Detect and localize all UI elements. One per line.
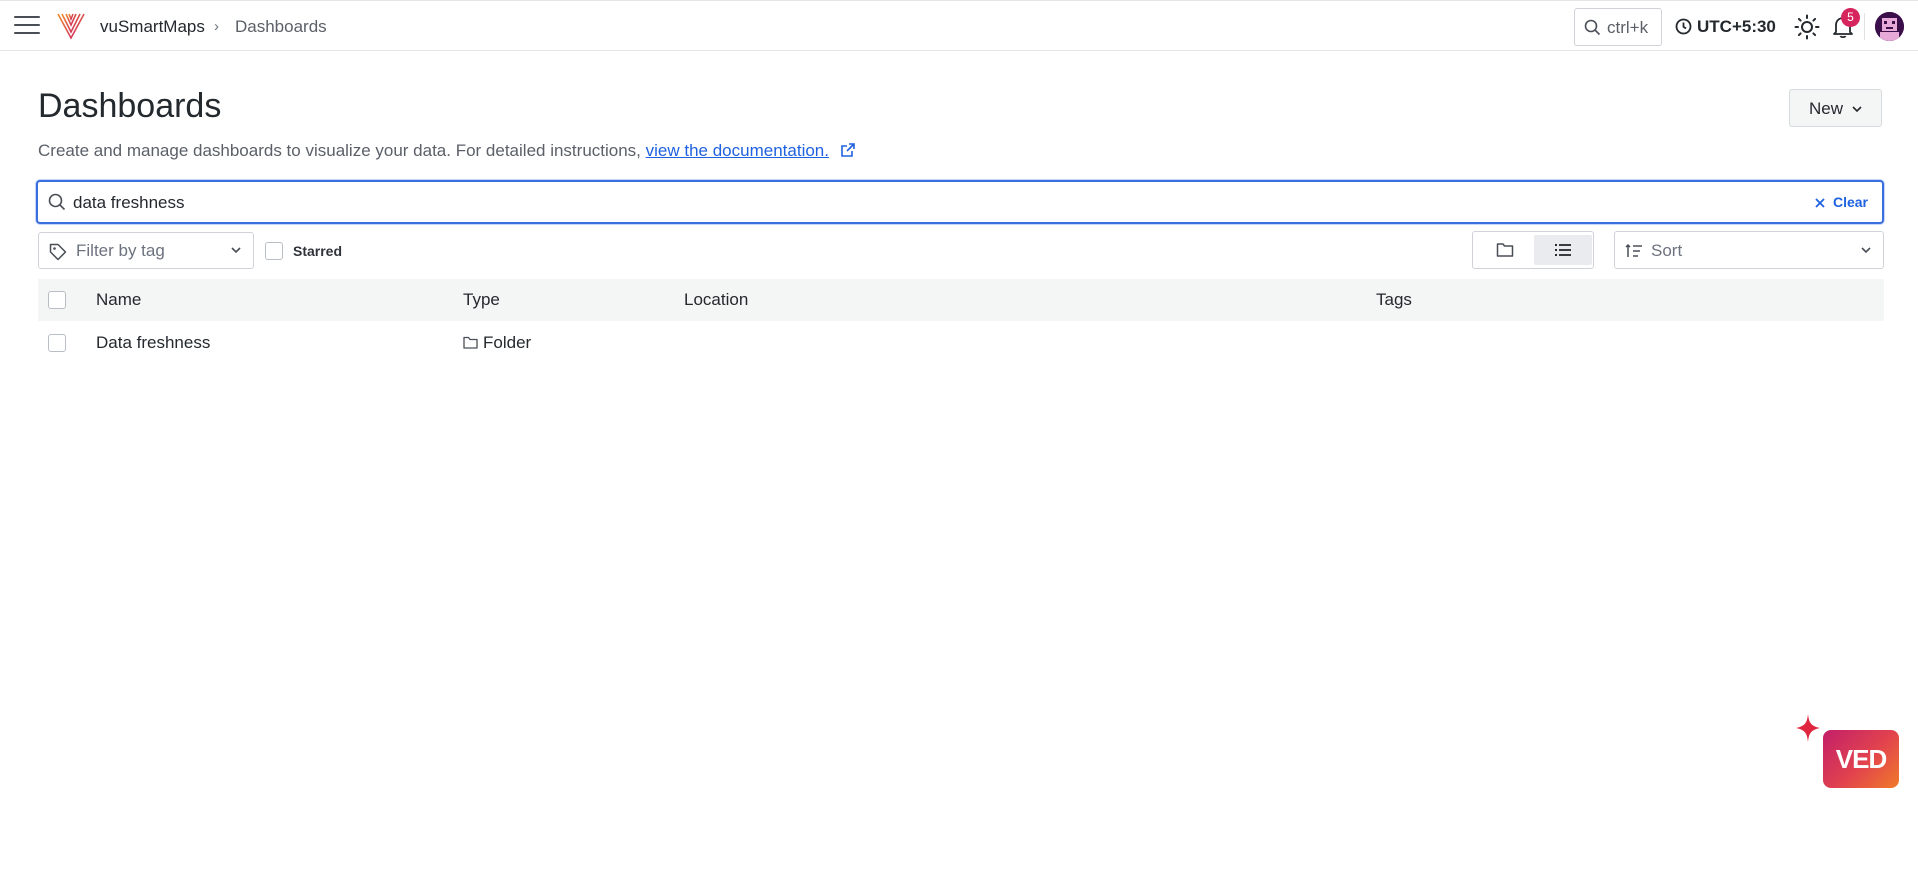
logo-icon[interactable]	[56, 11, 86, 41]
list-icon	[1555, 244, 1571, 256]
row-checkbox[interactable]	[48, 334, 66, 352]
column-header-type: Type	[463, 290, 500, 309]
chevron-down-icon	[1861, 247, 1871, 254]
description-text: Create and manage dashboards to visualiz…	[38, 141, 641, 160]
clear-label: Clear	[1832, 194, 1868, 210]
select-all-checkbox[interactable]	[48, 291, 66, 309]
global-search-button[interactable]: ctrl+k	[1574, 8, 1662, 46]
search-shortcut-label: ctrl+k	[1607, 18, 1649, 37]
clear-search-button[interactable]: Clear	[1815, 194, 1868, 210]
breadcrumb-home[interactable]: vuSmartMaps	[100, 17, 205, 37]
tag-filter-placeholder: Filter by tag	[76, 241, 165, 260]
page-title: Dashboards	[38, 87, 222, 125]
user-avatar-icon	[1875, 12, 1904, 41]
notification-count-badge: 5	[1841, 8, 1860, 27]
avatar[interactable]	[1875, 12, 1904, 41]
new-dashboard-button[interactable]: New	[1789, 89, 1882, 127]
list-view-button[interactable]	[1534, 235, 1592, 265]
new-button-label: New	[1809, 99, 1844, 118]
row-type: Folder	[463, 333, 531, 353]
view-mode-toggle	[1472, 231, 1594, 269]
page-description: Create and manage dashboards to visualiz…	[38, 141, 856, 161]
assistant-launcher-button[interactable]: VED	[1823, 730, 1899, 788]
folder-icon	[1496, 243, 1514, 257]
starred-label: Starred	[293, 243, 343, 259]
menu-icon[interactable]	[14, 16, 40, 36]
table-header: Name Type Location Tags	[38, 279, 1884, 321]
search-icon	[1584, 19, 1601, 36]
breadcrumb-separator-icon: ›	[214, 18, 219, 35]
clock-icon	[1675, 18, 1692, 35]
tag-filter-select[interactable]: Filter by tag	[38, 232, 254, 269]
external-link-icon[interactable]	[840, 142, 856, 158]
assistant-logo-label: VED	[1835, 744, 1887, 774]
timezone-label: UTC+5:30	[1697, 17, 1776, 36]
tag-icon	[49, 243, 67, 261]
sparkle-icon	[1796, 714, 1820, 742]
sort-icon	[1625, 243, 1642, 257]
chevron-down-icon	[1852, 106, 1862, 113]
folder-icon	[463, 336, 478, 349]
topbar-divider	[1864, 13, 1865, 40]
row-name-link[interactable]: Data freshness	[96, 333, 210, 353]
sun-icon[interactable]	[1794, 14, 1820, 40]
starred-checkbox[interactable]	[265, 242, 283, 260]
top-navigation-bar: vuSmartMaps › Dashboards ctrl+k UTC+5:30…	[0, 0, 1918, 51]
search-icon	[48, 193, 66, 211]
column-header-name[interactable]: Name	[96, 290, 141, 310]
table-row[interactable]: Data freshness Folder	[38, 322, 1884, 364]
dashboard-search-field: Clear	[36, 180, 1884, 224]
sort-label: Sort	[1651, 241, 1683, 260]
chevron-down-icon	[231, 247, 241, 254]
column-header-tags: Tags	[1376, 290, 1412, 309]
breadcrumb-current-page: Dashboards	[235, 17, 327, 36]
sort-select[interactable]: Sort	[1614, 231, 1884, 269]
column-header-location: Location	[684, 290, 749, 309]
documentation-link[interactable]: view the documentation.	[646, 141, 829, 160]
close-icon	[1815, 198, 1825, 208]
search-input[interactable]	[73, 189, 1473, 217]
folder-view-button[interactable]	[1476, 235, 1534, 265]
row-type-label: Folder	[483, 333, 532, 352]
